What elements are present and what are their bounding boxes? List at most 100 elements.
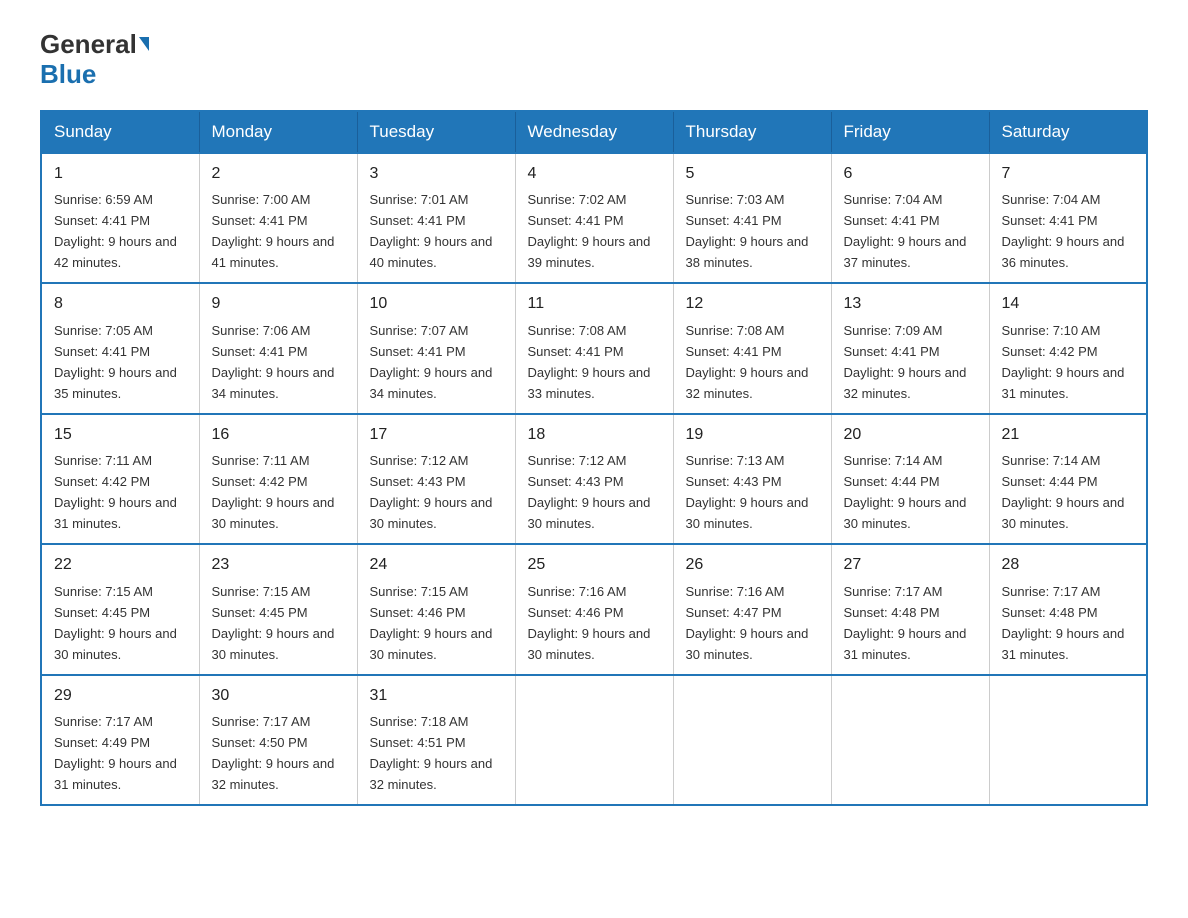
day-number: 18 <box>528 423 661 448</box>
day-info: Sunrise: 7:16 AMSunset: 4:46 PMDaylight:… <box>528 584 651 662</box>
logo-triangle-icon <box>139 37 149 51</box>
col-header-wednesday: Wednesday <box>515 111 673 153</box>
calendar-day-cell: 18 Sunrise: 7:12 AMSunset: 4:43 PMDaylig… <box>515 414 673 544</box>
day-info: Sunrise: 7:12 AMSunset: 4:43 PMDaylight:… <box>528 453 651 531</box>
day-number: 13 <box>844 292 977 317</box>
calendar-day-cell: 17 Sunrise: 7:12 AMSunset: 4:43 PMDaylig… <box>357 414 515 544</box>
calendar-day-cell: 8 Sunrise: 7:05 AMSunset: 4:41 PMDayligh… <box>41 283 199 413</box>
day-number: 5 <box>686 162 819 187</box>
day-number: 6 <box>844 162 977 187</box>
calendar-day-cell: 15 Sunrise: 7:11 AMSunset: 4:42 PMDaylig… <box>41 414 199 544</box>
day-number: 20 <box>844 423 977 448</box>
day-number: 4 <box>528 162 661 187</box>
calendar-day-cell: 25 Sunrise: 7:16 AMSunset: 4:46 PMDaylig… <box>515 544 673 674</box>
calendar-day-cell: 16 Sunrise: 7:11 AMSunset: 4:42 PMDaylig… <box>199 414 357 544</box>
page-header: General Blue <box>40 30 1148 90</box>
day-info: Sunrise: 7:13 AMSunset: 4:43 PMDaylight:… <box>686 453 809 531</box>
day-info: Sunrise: 6:59 AMSunset: 4:41 PMDaylight:… <box>54 192 177 270</box>
calendar-day-cell <box>831 675 989 805</box>
logo-general-text: General <box>40 30 137 59</box>
calendar-week-row: 8 Sunrise: 7:05 AMSunset: 4:41 PMDayligh… <box>41 283 1147 413</box>
day-number: 8 <box>54 292 187 317</box>
col-header-tuesday: Tuesday <box>357 111 515 153</box>
day-info: Sunrise: 7:01 AMSunset: 4:41 PMDaylight:… <box>370 192 493 270</box>
calendar-day-cell: 9 Sunrise: 7:06 AMSunset: 4:41 PMDayligh… <box>199 283 357 413</box>
calendar-day-cell: 13 Sunrise: 7:09 AMSunset: 4:41 PMDaylig… <box>831 283 989 413</box>
day-number: 21 <box>1002 423 1135 448</box>
calendar-day-cell <box>673 675 831 805</box>
calendar-week-row: 22 Sunrise: 7:15 AMSunset: 4:45 PMDaylig… <box>41 544 1147 674</box>
day-info: Sunrise: 7:03 AMSunset: 4:41 PMDaylight:… <box>686 192 809 270</box>
day-number: 31 <box>370 684 503 709</box>
day-number: 14 <box>1002 292 1135 317</box>
calendar-day-cell: 5 Sunrise: 7:03 AMSunset: 4:41 PMDayligh… <box>673 153 831 283</box>
col-header-saturday: Saturday <box>989 111 1147 153</box>
calendar-week-row: 15 Sunrise: 7:11 AMSunset: 4:42 PMDaylig… <box>41 414 1147 544</box>
day-info: Sunrise: 7:10 AMSunset: 4:42 PMDaylight:… <box>1002 323 1125 401</box>
calendar-day-cell: 30 Sunrise: 7:17 AMSunset: 4:50 PMDaylig… <box>199 675 357 805</box>
day-number: 24 <box>370 553 503 578</box>
calendar-week-row: 1 Sunrise: 6:59 AMSunset: 4:41 PMDayligh… <box>41 153 1147 283</box>
calendar-day-cell: 11 Sunrise: 7:08 AMSunset: 4:41 PMDaylig… <box>515 283 673 413</box>
day-number: 7 <box>1002 162 1135 187</box>
calendar-day-cell <box>515 675 673 805</box>
day-info: Sunrise: 7:18 AMSunset: 4:51 PMDaylight:… <box>370 714 493 792</box>
day-number: 27 <box>844 553 977 578</box>
day-info: Sunrise: 7:17 AMSunset: 4:48 PMDaylight:… <box>1002 584 1125 662</box>
day-info: Sunrise: 7:14 AMSunset: 4:44 PMDaylight:… <box>844 453 967 531</box>
day-info: Sunrise: 7:11 AMSunset: 4:42 PMDaylight:… <box>54 453 177 531</box>
day-info: Sunrise: 7:04 AMSunset: 4:41 PMDaylight:… <box>1002 192 1125 270</box>
day-info: Sunrise: 7:04 AMSunset: 4:41 PMDaylight:… <box>844 192 967 270</box>
day-number: 2 <box>212 162 345 187</box>
day-info: Sunrise: 7:17 AMSunset: 4:50 PMDaylight:… <box>212 714 335 792</box>
calendar-day-cell <box>989 675 1147 805</box>
calendar-day-cell: 6 Sunrise: 7:04 AMSunset: 4:41 PMDayligh… <box>831 153 989 283</box>
day-number: 26 <box>686 553 819 578</box>
col-header-thursday: Thursday <box>673 111 831 153</box>
day-number: 28 <box>1002 553 1135 578</box>
day-info: Sunrise: 7:08 AMSunset: 4:41 PMDaylight:… <box>528 323 651 401</box>
calendar-day-cell: 27 Sunrise: 7:17 AMSunset: 4:48 PMDaylig… <box>831 544 989 674</box>
calendar-day-cell: 10 Sunrise: 7:07 AMSunset: 4:41 PMDaylig… <box>357 283 515 413</box>
calendar-day-cell: 29 Sunrise: 7:17 AMSunset: 4:49 PMDaylig… <box>41 675 199 805</box>
calendar-day-cell: 21 Sunrise: 7:14 AMSunset: 4:44 PMDaylig… <box>989 414 1147 544</box>
day-info: Sunrise: 7:08 AMSunset: 4:41 PMDaylight:… <box>686 323 809 401</box>
day-info: Sunrise: 7:16 AMSunset: 4:47 PMDaylight:… <box>686 584 809 662</box>
calendar-day-cell: 1 Sunrise: 6:59 AMSunset: 4:41 PMDayligh… <box>41 153 199 283</box>
col-header-friday: Friday <box>831 111 989 153</box>
day-number: 15 <box>54 423 187 448</box>
calendar-week-row: 29 Sunrise: 7:17 AMSunset: 4:49 PMDaylig… <box>41 675 1147 805</box>
calendar-day-cell: 7 Sunrise: 7:04 AMSunset: 4:41 PMDayligh… <box>989 153 1147 283</box>
day-info: Sunrise: 7:02 AMSunset: 4:41 PMDaylight:… <box>528 192 651 270</box>
day-info: Sunrise: 7:15 AMSunset: 4:46 PMDaylight:… <box>370 584 493 662</box>
day-number: 29 <box>54 684 187 709</box>
day-number: 16 <box>212 423 345 448</box>
calendar-day-cell: 26 Sunrise: 7:16 AMSunset: 4:47 PMDaylig… <box>673 544 831 674</box>
calendar-day-cell: 4 Sunrise: 7:02 AMSunset: 4:41 PMDayligh… <box>515 153 673 283</box>
logo: General Blue <box>40 30 149 90</box>
calendar-table: SundayMondayTuesdayWednesdayThursdayFrid… <box>40 110 1148 806</box>
day-number: 10 <box>370 292 503 317</box>
calendar-day-cell: 14 Sunrise: 7:10 AMSunset: 4:42 PMDaylig… <box>989 283 1147 413</box>
calendar-day-cell: 3 Sunrise: 7:01 AMSunset: 4:41 PMDayligh… <box>357 153 515 283</box>
calendar-day-cell: 31 Sunrise: 7:18 AMSunset: 4:51 PMDaylig… <box>357 675 515 805</box>
day-info: Sunrise: 7:09 AMSunset: 4:41 PMDaylight:… <box>844 323 967 401</box>
day-number: 25 <box>528 553 661 578</box>
calendar-day-cell: 19 Sunrise: 7:13 AMSunset: 4:43 PMDaylig… <box>673 414 831 544</box>
day-info: Sunrise: 7:06 AMSunset: 4:41 PMDaylight:… <box>212 323 335 401</box>
calendar-day-cell: 22 Sunrise: 7:15 AMSunset: 4:45 PMDaylig… <box>41 544 199 674</box>
day-info: Sunrise: 7:14 AMSunset: 4:44 PMDaylight:… <box>1002 453 1125 531</box>
day-number: 17 <box>370 423 503 448</box>
day-number: 30 <box>212 684 345 709</box>
day-info: Sunrise: 7:15 AMSunset: 4:45 PMDaylight:… <box>212 584 335 662</box>
day-number: 11 <box>528 292 661 317</box>
logo-blue-text: Blue <box>40 59 96 90</box>
day-info: Sunrise: 7:17 AMSunset: 4:48 PMDaylight:… <box>844 584 967 662</box>
calendar-day-cell: 24 Sunrise: 7:15 AMSunset: 4:46 PMDaylig… <box>357 544 515 674</box>
calendar-day-cell: 20 Sunrise: 7:14 AMSunset: 4:44 PMDaylig… <box>831 414 989 544</box>
calendar-day-cell: 2 Sunrise: 7:00 AMSunset: 4:41 PMDayligh… <box>199 153 357 283</box>
calendar-day-cell: 23 Sunrise: 7:15 AMSunset: 4:45 PMDaylig… <box>199 544 357 674</box>
day-number: 1 <box>54 162 187 187</box>
day-info: Sunrise: 7:00 AMSunset: 4:41 PMDaylight:… <box>212 192 335 270</box>
calendar-day-cell: 28 Sunrise: 7:17 AMSunset: 4:48 PMDaylig… <box>989 544 1147 674</box>
